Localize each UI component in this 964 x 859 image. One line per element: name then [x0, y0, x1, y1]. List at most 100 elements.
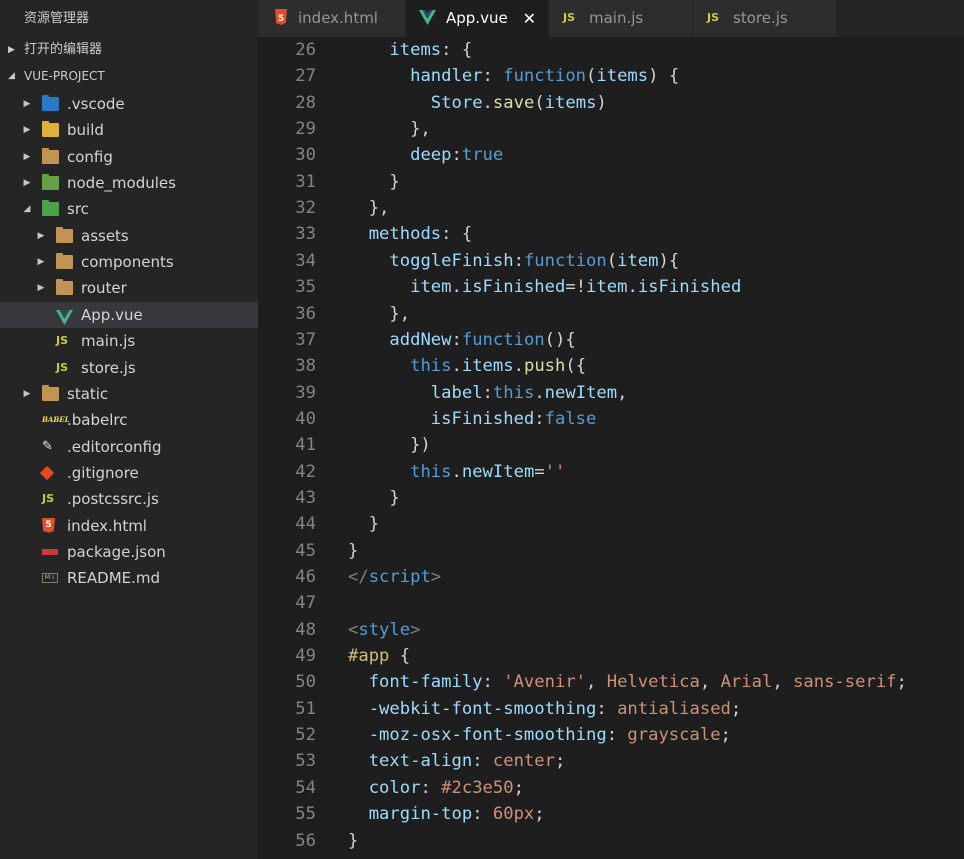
code-line[interactable]: 47	[258, 590, 964, 616]
file-tree-item[interactable]: package.json	[0, 539, 258, 565]
chevron-down-icon[interactable]: ◢	[22, 196, 32, 222]
code-line[interactable]: 45}	[258, 538, 964, 564]
file-tree-item[interactable]: M↓ README.md	[0, 565, 258, 591]
code-line[interactable]: 56}	[258, 828, 964, 854]
chevron-right-icon[interactable]: ▶	[22, 381, 32, 407]
tab-label: index.html	[298, 9, 378, 27]
code-text: addNew:function(){	[348, 327, 575, 353]
code-line[interactable]: 44 }	[258, 511, 964, 537]
code-line[interactable]: 38 this.items.push({	[258, 353, 964, 379]
line-number: 32	[295, 198, 316, 219]
git-icon	[39, 465, 55, 480]
file-tree-label: package.json	[67, 542, 166, 561]
tab-store-js[interactable]: JS store.js	[693, 0, 837, 37]
code-token: item	[617, 250, 659, 271]
code-line[interactable]: 34 toggleFinish:function(item){	[258, 248, 964, 274]
code-line[interactable]: 26 items: {	[258, 37, 964, 63]
code-token: save	[492, 92, 535, 113]
explorer-sidebar: 资源管理器 ▶ 打开的编辑器 ◢ VUE-PROJECT ▶ .vscode ▶ bu…	[0, 0, 258, 859]
line-number: 46	[295, 567, 316, 587]
file-tree-item[interactable]: ▶ .vscode	[0, 91, 258, 117]
code-token: addNew	[389, 329, 452, 350]
file-tree-item[interactable]: ✎ .editorconfig	[0, 434, 258, 460]
file-tree-label: store.js	[81, 358, 136, 377]
code-line[interactable]: 43 }	[258, 485, 964, 511]
code-line[interactable]: 31 }	[258, 169, 964, 195]
file-tree-item[interactable]: App.vue	[0, 301, 258, 329]
code-line[interactable]: 28 Store.save(items)	[258, 90, 964, 116]
file-tree-item[interactable]: ▶ router	[0, 275, 258, 301]
chevron-right-icon[interactable]: ▶	[22, 91, 32, 117]
code-line[interactable]: 51 -webkit-font-smoothing: antialiased;	[258, 696, 964, 722]
code-token: },	[348, 303, 411, 324]
code-line[interactable]: 42 this.newItem=''	[258, 459, 964, 485]
file-tree-item[interactable]: 5 index.html	[0, 513, 258, 539]
file-tree-item[interactable]: .gitignore	[0, 460, 258, 486]
chevron-right-icon[interactable]: ▶	[22, 170, 32, 196]
code-editor[interactable]: 26 items: {27 handler: function(items) {…	[258, 37, 964, 859]
code-line[interactable]: 32 },	[258, 195, 964, 221]
code-line[interactable]: 29 },	[258, 116, 964, 142]
file-tree-item[interactable]: ▶ assets	[0, 223, 258, 249]
code-text: Store.save(items)	[348, 90, 607, 116]
open-editors-section[interactable]: ▶ 打开的编辑器	[0, 37, 258, 63]
file-tree-item[interactable]: BABEL .babelrc	[0, 407, 258, 433]
code-line[interactable]: 27 handler: function(items) {	[258, 63, 964, 89]
code-line[interactable]: 55 margin-top: 60px;	[258, 801, 964, 827]
code-line[interactable]: 48 <style>	[258, 617, 964, 643]
line-number: 30	[295, 145, 316, 166]
code-token: items	[461, 356, 514, 377]
code-token: toggleFinish	[389, 250, 514, 271]
code-line[interactable]: 46 </script>	[258, 564, 964, 590]
code-line[interactable]: 49 #app {	[258, 643, 964, 669]
code-line[interactable]: 53 text-align: center;	[258, 748, 964, 774]
file-tree-item[interactable]: ▶ node_modules	[0, 170, 258, 196]
code-line[interactable]: 35 item.isFinished=!item.isFinished	[258, 274, 964, 300]
code-token: isFinished	[430, 408, 535, 429]
tab-index-html[interactable]: 5 index.html	[258, 0, 406, 37]
code-token: :	[472, 751, 493, 772]
code-token: item	[586, 277, 628, 298]
code-token: .	[451, 461, 462, 482]
code-line[interactable]: 50 font-family: 'Avenir', Helvetica, Ari…	[258, 669, 964, 695]
code-line[interactable]: 41 })	[258, 432, 964, 458]
code-line[interactable]: 40 isFinished:false	[258, 406, 964, 432]
code-line[interactable]: 33 methods: {	[258, 221, 964, 247]
chevron-right-icon[interactable]: ▶	[36, 249, 46, 275]
code-line[interactable]: 37 addNew:function(){	[258, 327, 964, 353]
code-line[interactable]: 39 label:this.newItem,	[258, 380, 964, 406]
project-section[interactable]: ◢ VUE-PROJECT	[0, 63, 258, 89]
line-number: 51	[295, 698, 316, 719]
code-line[interactable]: 30 deep:true	[258, 142, 964, 168]
file-tree-item[interactable]: ▶ config	[0, 144, 258, 170]
folder-icon	[56, 226, 73, 243]
code-line[interactable]: 36 },	[258, 301, 964, 327]
chevron-right-icon[interactable]: ▶	[22, 144, 32, 170]
code-line[interactable]: 54 color: #2c3e50;	[258, 775, 964, 801]
chevron-right-icon[interactable]: ▶	[36, 275, 46, 301]
tab-main-js[interactable]: JS main.js	[549, 0, 693, 37]
line-number: 33	[295, 224, 316, 245]
close-icon[interactable]: ✕	[523, 0, 536, 37]
file-tree-item[interactable]: JS .postcssrc.js	[0, 486, 258, 512]
file-tree-item[interactable]: ◢ src	[0, 196, 258, 222]
tab-label: main.js	[589, 9, 644, 27]
tab-app-vue[interactable]: App.vue ✕	[406, 0, 549, 37]
code-token: style	[358, 619, 411, 640]
file-tree-label: .gitignore	[67, 463, 139, 482]
file-tree-item[interactable]: ▶ static	[0, 381, 258, 407]
file-tree-label: .postcssrc.js	[67, 490, 159, 509]
code-text: -webkit-font-smoothing: antialiased;	[348, 696, 742, 722]
code-token: isFinished	[637, 277, 742, 298]
file-tree-item[interactable]: JS main.js	[0, 328, 258, 354]
chevron-right-icon[interactable]: ▶	[22, 117, 32, 143]
file-tree-item[interactable]: ▶ components	[0, 249, 258, 275]
code-text: handler: function(items) {	[348, 63, 679, 89]
code-token: ;	[896, 672, 907, 693]
file-tree-item[interactable]: JS store.js	[0, 355, 258, 381]
file-tree-item[interactable]: ▶ build	[0, 117, 258, 143]
chevron-right-icon[interactable]: ▶	[36, 223, 46, 249]
code-line[interactable]: 52 -moz-osx-font-smoothing: grayscale;	[258, 722, 964, 748]
